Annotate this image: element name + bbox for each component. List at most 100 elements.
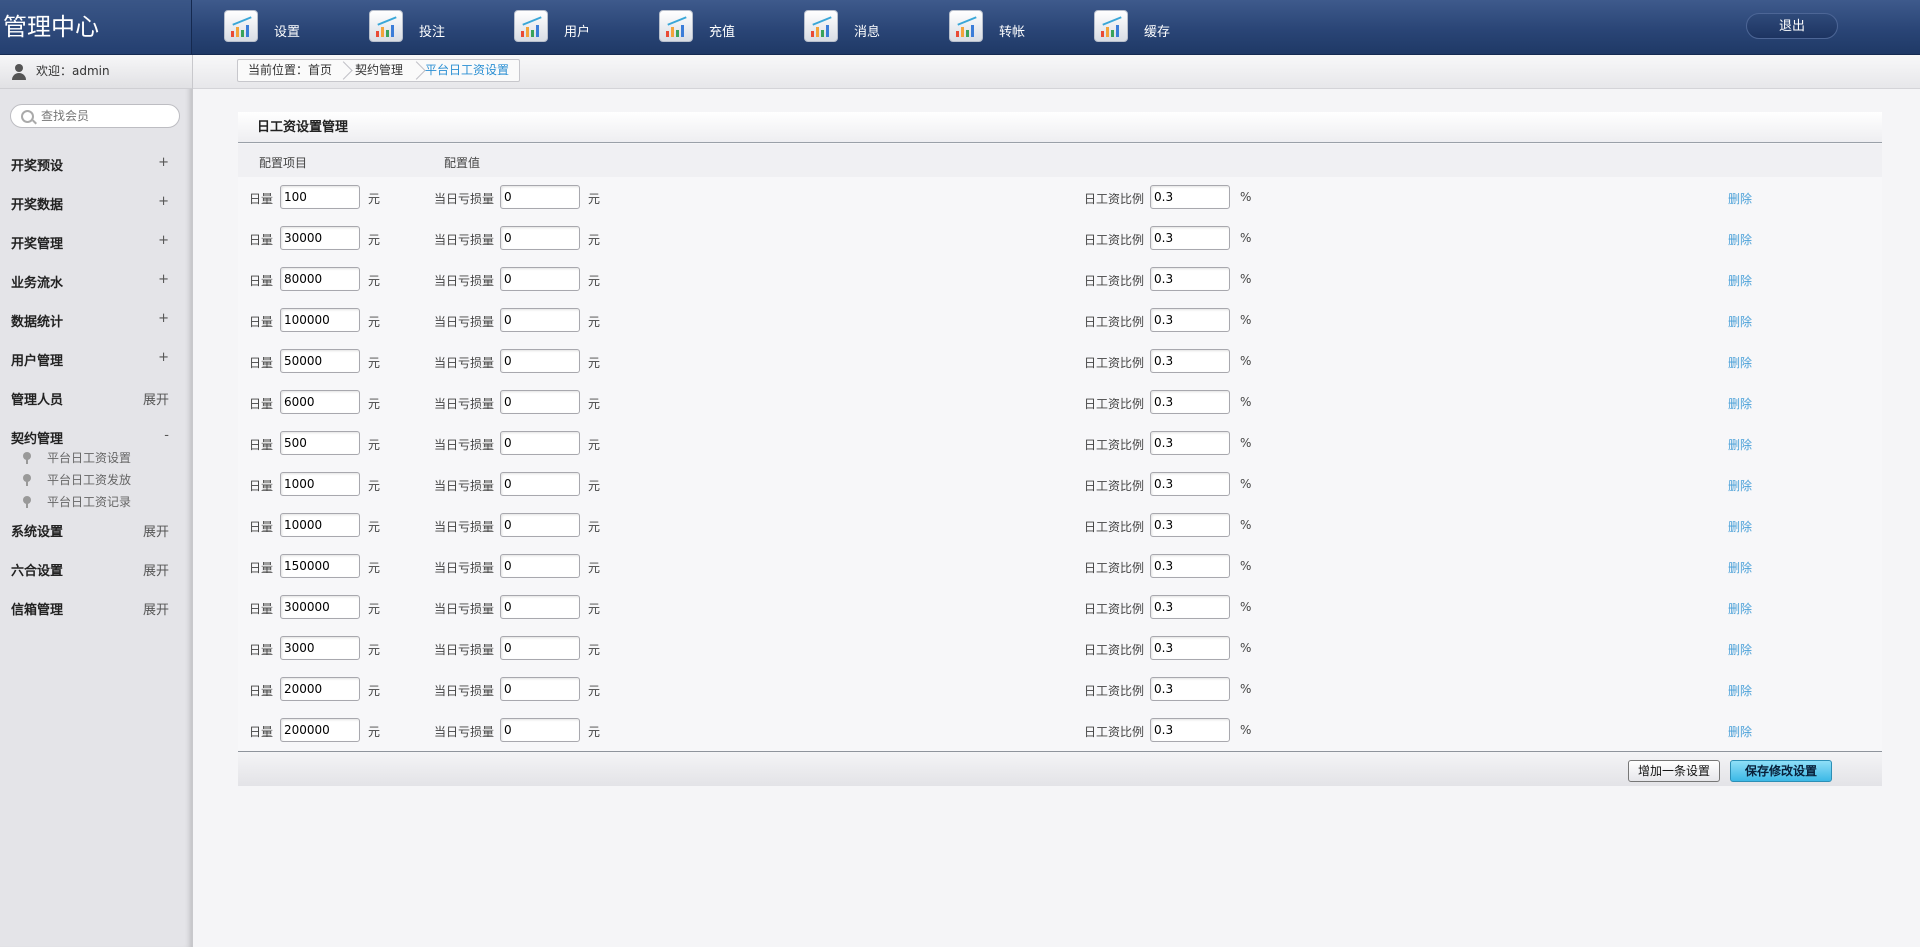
daily-volume-input[interactable] — [280, 185, 360, 209]
wage-ratio-input[interactable] — [1150, 677, 1230, 701]
wage-ratio-input[interactable] — [1150, 267, 1230, 291]
daily-loss-input[interactable] — [500, 554, 580, 578]
wage-ratio-input[interactable] — [1150, 431, 1230, 455]
delete-row-link[interactable]: 删除 — [1728, 436, 1752, 453]
expand-toggle[interactable]: 展开 — [143, 521, 169, 540]
daily-loss-input[interactable] — [500, 636, 580, 660]
daily-loss-input[interactable] — [500, 267, 580, 291]
topnav-item-recharge[interactable]: 充值 — [659, 10, 779, 44]
wage-ratio-input[interactable] — [1150, 718, 1230, 742]
daily-loss-input[interactable] — [500, 677, 580, 701]
delete-row-link[interactable]: 删除 — [1728, 600, 1752, 617]
expand-toggle[interactable]: + — [158, 233, 169, 248]
daily-loss-input[interactable] — [500, 185, 580, 209]
daily-loss-input[interactable] — [500, 472, 580, 496]
logout-button[interactable]: 退出 — [1746, 13, 1838, 39]
daily-volume-input[interactable] — [280, 308, 360, 332]
breadcrumb-contract[interactable]: 契约管理 — [355, 60, 403, 81]
save-settings-button[interactable]: 保存修改设置 — [1730, 760, 1832, 782]
expand-toggle[interactable]: + — [158, 155, 169, 170]
menu-label: 信箱管理 — [11, 603, 64, 618]
expand-toggle[interactable]: + — [158, 311, 169, 326]
delete-row-link[interactable]: 删除 — [1728, 395, 1752, 412]
daily-loss-input[interactable] — [500, 308, 580, 332]
wage-ratio-input[interactable] — [1150, 595, 1230, 619]
topnav-item-bet[interactable]: 投注 — [369, 10, 489, 44]
daily-volume-input[interactable] — [280, 595, 360, 619]
delete-row-link[interactable]: 删除 — [1728, 723, 1752, 740]
topnav-item-message[interactable]: 消息 — [804, 10, 924, 44]
expand-toggle[interactable]: + — [158, 272, 169, 287]
wage-ratio-input[interactable] — [1150, 390, 1230, 414]
member-search-input[interactable] — [41, 107, 171, 125]
breadcrumb-home[interactable]: 当前位置：首页 — [248, 60, 332, 81]
sidebar-subitem-wage-payout[interactable]: 平台日工资发放 — [0, 469, 192, 491]
wage-ratio-input[interactable] — [1150, 226, 1230, 250]
delete-row-link[interactable]: 删除 — [1728, 477, 1752, 494]
daily-volume-input[interactable] — [280, 431, 360, 455]
sidebar-item-lottery-manage[interactable]: 开奖管理 + — [0, 221, 192, 260]
sidebar-item-liuhe-settings[interactable]: 六合设置 展开 — [0, 548, 192, 587]
wage-ratio-input[interactable] — [1150, 472, 1230, 496]
expand-toggle[interactable]: 展开 — [143, 560, 169, 579]
daily-volume-input[interactable] — [280, 677, 360, 701]
daily-loss-input[interactable] — [500, 349, 580, 373]
expand-toggle[interactable]: 展开 — [143, 389, 169, 408]
daily-loss-input[interactable] — [500, 595, 580, 619]
sidebar-subitem-wage-settings[interactable]: 平台日工资设置 — [0, 447, 192, 469]
collapse-toggle[interactable]: - — [164, 428, 169, 443]
sidebar-item-lottery-preset[interactable]: 开奖预设 + — [0, 143, 192, 182]
delete-row-link[interactable]: 删除 — [1728, 231, 1752, 248]
daily-volume-input[interactable] — [280, 390, 360, 414]
delete-row-link[interactable]: 删除 — [1728, 354, 1752, 371]
wage-ratio-input[interactable] — [1150, 308, 1230, 332]
topnav-item-user[interactable]: 用户 — [514, 10, 634, 44]
daily-loss-input[interactable] — [500, 390, 580, 414]
sidebar-item-business-flow[interactable]: 业务流水 + — [0, 260, 192, 299]
daily-volume-input[interactable] — [280, 636, 360, 660]
daily-loss-input[interactable] — [500, 431, 580, 455]
wage-ratio-input[interactable] — [1150, 513, 1230, 537]
daily-volume-label: 日量 — [249, 438, 274, 452]
daily-volume-input[interactable] — [280, 718, 360, 742]
sidebar-item-contract[interactable]: 契约管理 - — [0, 416, 192, 447]
wage-ratio-input[interactable] — [1150, 185, 1230, 209]
sidebar-item-admins[interactable]: 管理人员 展开 — [0, 377, 192, 416]
sidebar-item-mailbox[interactable]: 信箱管理 展开 — [0, 587, 192, 626]
topnav-item-cache[interactable]: 缓存 — [1094, 10, 1214, 44]
wage-ratio-input[interactable] — [1150, 349, 1230, 373]
delete-row-link[interactable]: 删除 — [1728, 190, 1752, 207]
daily-loss-input[interactable] — [500, 718, 580, 742]
sidebar-item-user-manage[interactable]: 用户管理 + — [0, 338, 192, 377]
member-search[interactable] — [10, 104, 180, 128]
unit-yuan: 元 — [368, 233, 381, 247]
delete-row-link[interactable]: 删除 — [1728, 559, 1752, 576]
wage-ratio-input[interactable] — [1150, 554, 1230, 578]
topnav-item-settings[interactable]: 设置 — [224, 10, 344, 44]
expand-toggle[interactable]: + — [158, 350, 169, 365]
daily-loss-input[interactable] — [500, 226, 580, 250]
wage-ratio-input[interactable] — [1150, 636, 1230, 660]
daily-volume-input[interactable] — [280, 267, 360, 291]
daily-volume-input[interactable] — [280, 226, 360, 250]
daily-volume-input[interactable] — [280, 472, 360, 496]
daily-volume-input[interactable] — [280, 349, 360, 373]
panel-footer: 增加一条设置 保存修改设置 — [238, 751, 1882, 786]
daily-volume-input[interactable] — [280, 513, 360, 537]
expand-toggle[interactable]: 展开 — [143, 599, 169, 618]
chart-icon — [1094, 10, 1128, 42]
add-setting-button[interactable]: 增加一条设置 — [1628, 760, 1720, 782]
daily-volume-input[interactable] — [280, 554, 360, 578]
sidebar-item-statistics[interactable]: 数据统计 + — [0, 299, 192, 338]
delete-row-link[interactable]: 删除 — [1728, 313, 1752, 330]
delete-row-link[interactable]: 删除 — [1728, 641, 1752, 658]
chart-icon — [369, 10, 403, 42]
daily-loss-input[interactable] — [500, 513, 580, 537]
delete-row-link[interactable]: 删除 — [1728, 518, 1752, 535]
sidebar-item-system-settings[interactable]: 系统设置 展开 — [0, 509, 192, 548]
sidebar-item-lottery-data[interactable]: 开奖数据 + — [0, 182, 192, 221]
expand-toggle[interactable]: + — [158, 194, 169, 209]
topnav-item-transfer[interactable]: 转帐 — [949, 10, 1069, 44]
delete-row-link[interactable]: 删除 — [1728, 682, 1752, 699]
delete-row-link[interactable]: 删除 — [1728, 272, 1752, 289]
